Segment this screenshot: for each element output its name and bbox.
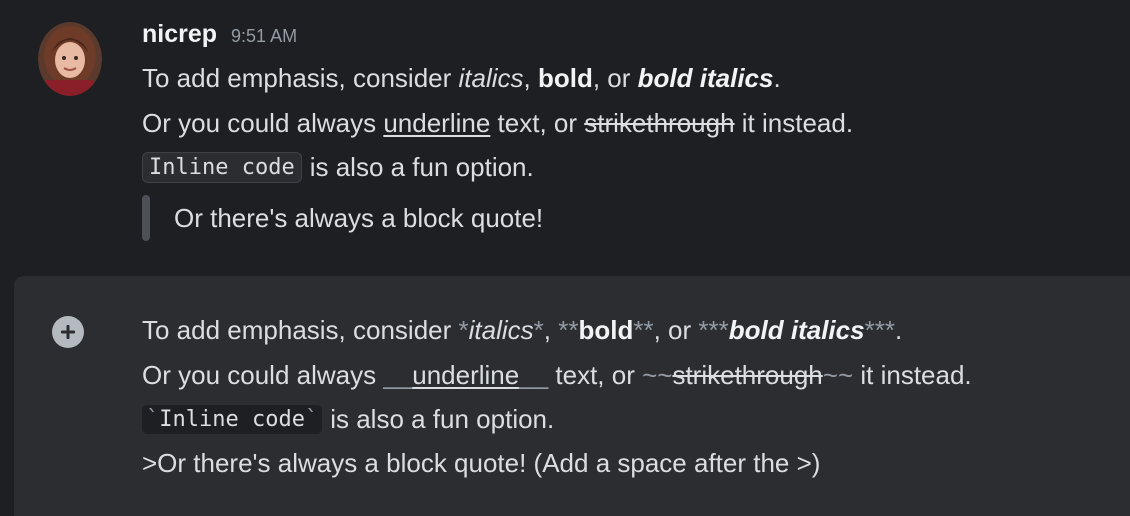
markdown-marker: ~~ [822, 359, 854, 390]
code-text: Inline code [159, 406, 305, 432]
text: , or [653, 314, 699, 345]
italic-text: italics [458, 62, 524, 93]
plus-circle-icon[interactable] [52, 316, 84, 348]
text: >Or there's always a block quote! (Add a… [142, 447, 821, 478]
text: it instead. [734, 107, 854, 138]
text: it instead. [853, 359, 972, 390]
markdown-marker: ** [558, 314, 579, 345]
bold-italic-text: bold italics [637, 62, 774, 93]
chat-view: nicrep 9:51 AM To add emphasis, consider… [0, 0, 1130, 516]
composer-line[interactable]: To add emphasis, consider * italics * , … [142, 312, 902, 348]
composer-line[interactable]: `Inline code` is also a fun option. [142, 401, 554, 437]
username[interactable]: nicrep [142, 20, 217, 49]
text: , [523, 62, 538, 93]
text: text, or [490, 107, 585, 138]
backtick-marker: ` [146, 406, 160, 432]
text: To add emphasis, consider [142, 62, 459, 93]
markdown-marker: *** [864, 314, 895, 345]
timestamp[interactable]: 9:51 AM [231, 26, 297, 47]
text: To add emphasis, consider [142, 314, 459, 345]
markdown-marker: *** [698, 314, 729, 345]
markdown-marker: __ [383, 359, 413, 390]
markdown-marker: __ [519, 359, 549, 390]
strikethrough-text: strikethrough [584, 107, 735, 138]
markdown-marker: * [533, 314, 544, 345]
bold-italic-text: bold italics [728, 314, 865, 345]
text: is also a fun option. [309, 151, 534, 182]
backtick-marker: ` [304, 406, 319, 432]
bold-text: bold [578, 314, 634, 345]
underline-text: underline [412, 359, 520, 390]
text: is also a fun option. [330, 403, 555, 434]
message-line: To add emphasis, consider italics , bold… [142, 60, 781, 96]
text: , or [592, 62, 638, 93]
underline-text: underline [383, 107, 491, 138]
text: text, or [548, 359, 643, 390]
inline-code: Inline code [142, 151, 302, 183]
message-line: Or you could always underline text, or s… [142, 105, 853, 141]
message-header: nicrep 9:51 AM [142, 20, 297, 54]
quote-bar [142, 195, 150, 241]
italic-text: italics [468, 314, 534, 345]
markdown-marker: ** [633, 314, 654, 345]
composer-line[interactable]: Or you could always __ underline __ text… [142, 357, 972, 393]
inline-code: `Inline code` [142, 404, 323, 434]
text: , [543, 314, 559, 345]
strikethrough-text: strikethrough [672, 359, 823, 390]
quote-text: Or there's always a block quote! [174, 202, 544, 233]
markdown-marker: ~~ [642, 359, 673, 390]
avatar[interactable] [38, 22, 102, 96]
chat-message: nicrep 9:51 AM To add emphasis, consider… [0, 0, 1130, 260]
markdown-marker: * [458, 314, 469, 345]
text: . [773, 62, 781, 93]
text: Or you could always [142, 359, 384, 390]
message-line: Inline code is also a fun option. [142, 149, 534, 185]
composer-line[interactable]: >Or there's always a block quote! (Add a… [142, 445, 820, 481]
bold-text: bold [537, 62, 593, 93]
text: . [894, 314, 903, 345]
text: Or you could always [142, 107, 384, 138]
block-quote: Or there's always a block quote! [142, 195, 543, 241]
